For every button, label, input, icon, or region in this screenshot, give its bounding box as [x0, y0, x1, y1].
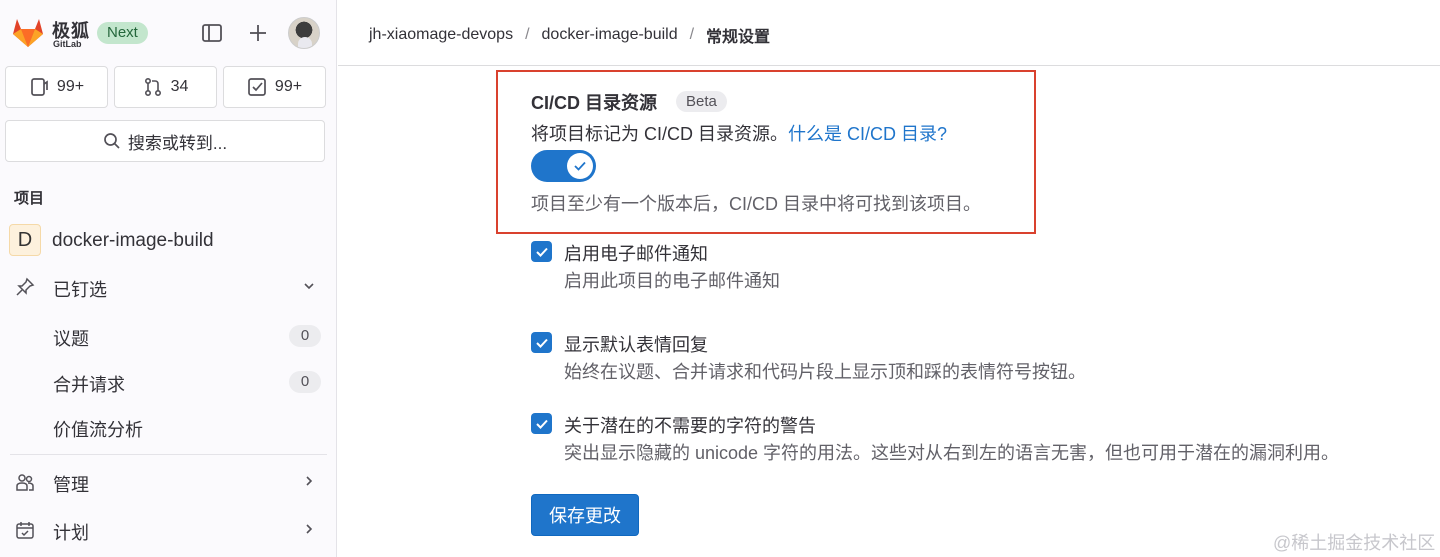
save-changes-button[interactable]: 保存更改: [531, 494, 639, 536]
cicd-catalog-help: 项目至少有一个版本后，CI/CD 目录中将可找到该项目。: [531, 194, 981, 214]
default-award-emojis-checkbox[interactable]: [531, 332, 552, 353]
search-button[interactable]: 搜索或转到...: [5, 120, 325, 162]
sidebar: 极狐 GitLab Next 99+ 34 99+ 搜索或转到... 项目 D …: [0, 0, 337, 557]
gitlab-logo-icon[interactable]: [10, 14, 46, 50]
sidebar-item-merge-requests[interactable]: 合并请求 0: [0, 362, 337, 402]
create-new-button[interactable]: [243, 18, 273, 48]
issues-counter[interactable]: 99+: [5, 66, 108, 108]
check-icon: [535, 419, 548, 429]
calendar-icon: [14, 519, 36, 541]
sidebar-item-merge-requests-label: 合并请求: [53, 375, 125, 395]
sidebar-item-manage[interactable]: 管理: [0, 462, 337, 502]
check-icon: [574, 161, 586, 171]
cicd-catalog-toggle[interactable]: [531, 150, 596, 182]
merge-requests-count-badge: 0: [289, 371, 321, 393]
sidebar-item-pinned-label: 已钉选: [53, 280, 107, 300]
sidebar-divider: [10, 454, 327, 455]
todo-icon: [248, 78, 266, 96]
merge-requests-count: 34: [170, 78, 189, 95]
sidebar-project-link[interactable]: D docker-image-build: [0, 222, 337, 260]
default-award-emojis-label[interactable]: 显示默认表情回复: [564, 331, 708, 357]
next-badge[interactable]: Next: [97, 22, 148, 44]
search-icon: [104, 133, 120, 149]
section-label-project: 项目: [14, 190, 45, 207]
merge-request-icon: [144, 77, 161, 97]
search-label: 搜索或转到...: [127, 133, 228, 153]
toggle-sidebar-button[interactable]: [197, 18, 227, 48]
watermark: @稀土掘金技术社区: [1273, 533, 1436, 553]
chevron-down-icon: [301, 278, 317, 294]
sidebar-toggle-icon: [202, 24, 222, 42]
email-notifications-help: 启用此项目的电子邮件通知: [564, 271, 780, 291]
breadcrumb-project[interactable]: docker-image-build: [542, 26, 678, 44]
cicd-description-text: 将项目标记为 CI/CD 目录资源。: [531, 124, 788, 144]
todos-count: 99+: [274, 78, 303, 95]
sidebar-item-value-stream[interactable]: 价值流分析: [0, 407, 337, 447]
breadcrumb: jh-xiaomage-devops / docker-image-build …: [369, 23, 770, 47]
breadcrumb-group[interactable]: jh-xiaomage-devops: [369, 26, 513, 44]
check-icon: [535, 338, 548, 348]
brand-name-en: GitLab: [53, 39, 82, 49]
sidebar-item-pinned[interactable]: 已钉选: [0, 267, 337, 307]
project-name: docker-image-build: [52, 230, 214, 251]
sidebar-topbar: 极狐 GitLab Next: [0, 0, 337, 66]
sidebar-item-issues-label: 议题: [53, 329, 89, 349]
sidebar-item-value-stream-label: 价值流分析: [53, 420, 143, 440]
check-icon: [535, 247, 548, 257]
pin-icon: [14, 276, 36, 298]
todos-counter[interactable]: 99+: [223, 66, 326, 108]
project-avatar: D: [9, 224, 41, 256]
default-award-emojis-help: 始终在议题、合并请求和代码片段上显示顶和踩的表情符号按钮。: [564, 362, 1086, 382]
cicd-catalog-title: CI/CD 目录资源: [531, 93, 657, 113]
sidebar-item-manage-label: 管理: [53, 475, 89, 495]
unicode-warning-checkbox[interactable]: [531, 413, 552, 434]
breadcrumb-separator: /: [689, 26, 695, 43]
unicode-warning-help: 突出显示隐藏的 unicode 字符的用法。这些对从右到左的语言无害，但也可用于…: [564, 443, 1340, 463]
sidebar-item-plan[interactable]: 计划: [0, 510, 337, 550]
cicd-help-link[interactable]: 什么是 CI/CD 目录?: [788, 124, 947, 144]
unicode-warning-label[interactable]: 关于潜在的不需要的字符的警告: [564, 412, 816, 438]
cicd-catalog-description: 将项目标记为 CI/CD 目录资源。什么是 CI/CD 目录?: [531, 120, 947, 146]
chevron-right-icon: [301, 473, 317, 489]
breadcrumb-current[interactable]: 常规设置: [706, 23, 770, 47]
user-avatar[interactable]: [288, 17, 320, 49]
issues-icon: [31, 78, 48, 96]
breadcrumb-separator: /: [525, 26, 530, 43]
issues-count-badge: 0: [289, 325, 321, 347]
sidebar-item-plan-label: 计划: [53, 523, 89, 543]
toggle-knob: [567, 153, 593, 179]
merge-requests-counter[interactable]: 34: [114, 66, 217, 108]
issues-count: 99+: [56, 78, 85, 95]
chevron-right-icon: [301, 521, 317, 537]
email-notifications-label[interactable]: 启用电子邮件通知: [564, 240, 708, 266]
users-icon: [14, 471, 36, 493]
email-notifications-checkbox[interactable]: [531, 241, 552, 262]
sidebar-item-issues[interactable]: 议题 0: [0, 316, 337, 356]
page-header: jh-xiaomage-devops / docker-image-build …: [338, 0, 1440, 66]
plus-icon: [250, 25, 266, 41]
beta-badge: Beta: [676, 91, 727, 112]
